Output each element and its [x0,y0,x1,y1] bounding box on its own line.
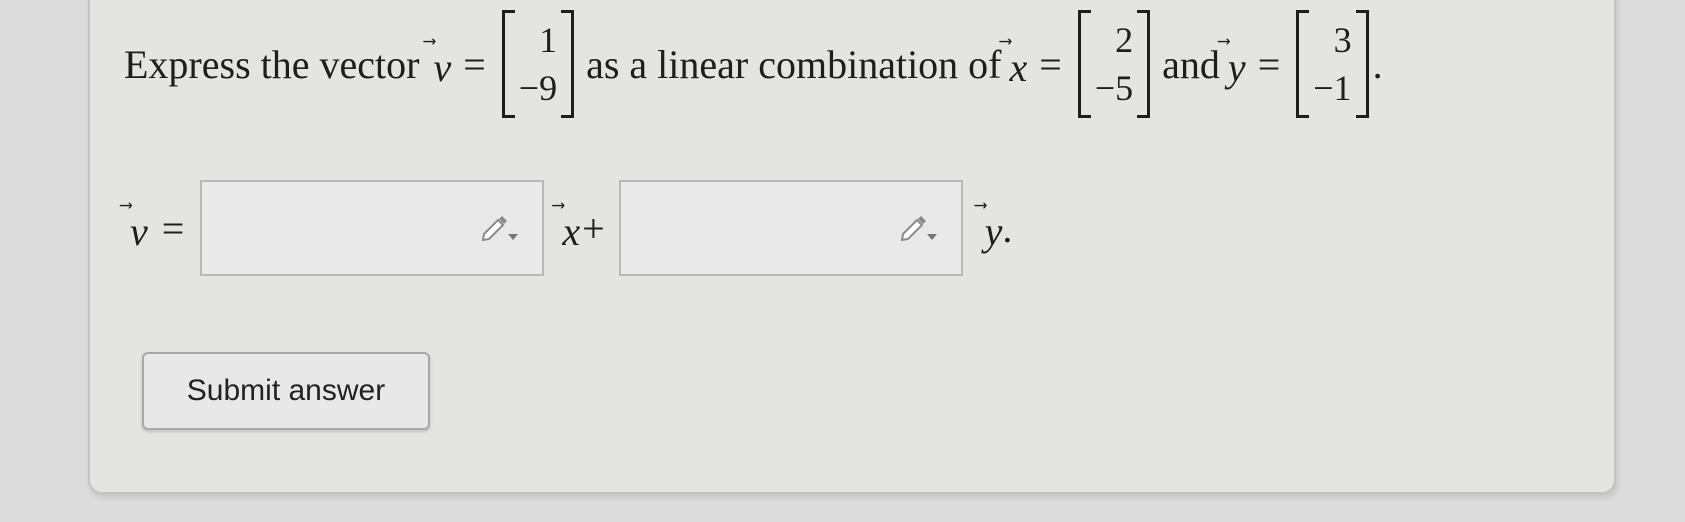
vector-x-symbol: ⃗x [1009,44,1028,90]
question-and-text: and [1162,41,1220,87]
left-bracket [1296,10,1310,118]
right-bracket [1355,10,1369,118]
right-bracket [1137,10,1151,118]
equals-sign: = [1039,41,1062,87]
coefficient-y-input[interactable] [618,180,963,276]
matrix-entry: 2 [1115,20,1134,60]
left-bracket [501,10,515,118]
vector-y-matrix: 3 −1 [1296,10,1369,118]
matrix-entry: −9 [518,68,558,108]
matrix-entry: −1 [1313,68,1352,108]
answer-v-symbol: ⃗v [130,208,148,254]
question-text: Express the vector ⃗v = 1 −9 as a linear… [124,10,1383,118]
equals-sign: = [463,41,486,87]
question-end-punct: . [1372,41,1383,87]
right-bracket [561,10,575,118]
pencil-dropdown-icon[interactable] [480,212,520,244]
left-bracket [1077,10,1091,118]
question-prefix: Express the vector [124,41,420,87]
coefficient-x-input[interactable] [200,180,545,276]
matrix-entry: −5 [1094,68,1134,108]
vector-x-matrix: 2 −5 [1077,10,1151,118]
vector-v-symbol: ⃗v [433,44,452,90]
plus-sign: + [582,205,605,251]
equals-sign: = [1257,41,1281,87]
answer-x-symbol: ⃗x [562,208,581,254]
answer-row: ⃗v = ⃗x + ⃗y . [130,180,1012,276]
vector-y-symbol: ⃗y [1227,44,1246,90]
question-middle-text: as a linear combination of [586,41,1002,87]
matrix-entry: 1 [539,20,558,60]
submit-answer-button[interactable]: Submit answer [142,352,430,430]
pencil-dropdown-icon[interactable] [899,212,939,244]
vector-v-matrix: 1 −9 [501,10,575,118]
answer-y-symbol: ⃗y [984,208,1003,254]
answer-end-punct: . [1002,205,1013,251]
matrix-entry: 3 [1333,20,1352,60]
answer-equals-sign: = [161,205,185,251]
